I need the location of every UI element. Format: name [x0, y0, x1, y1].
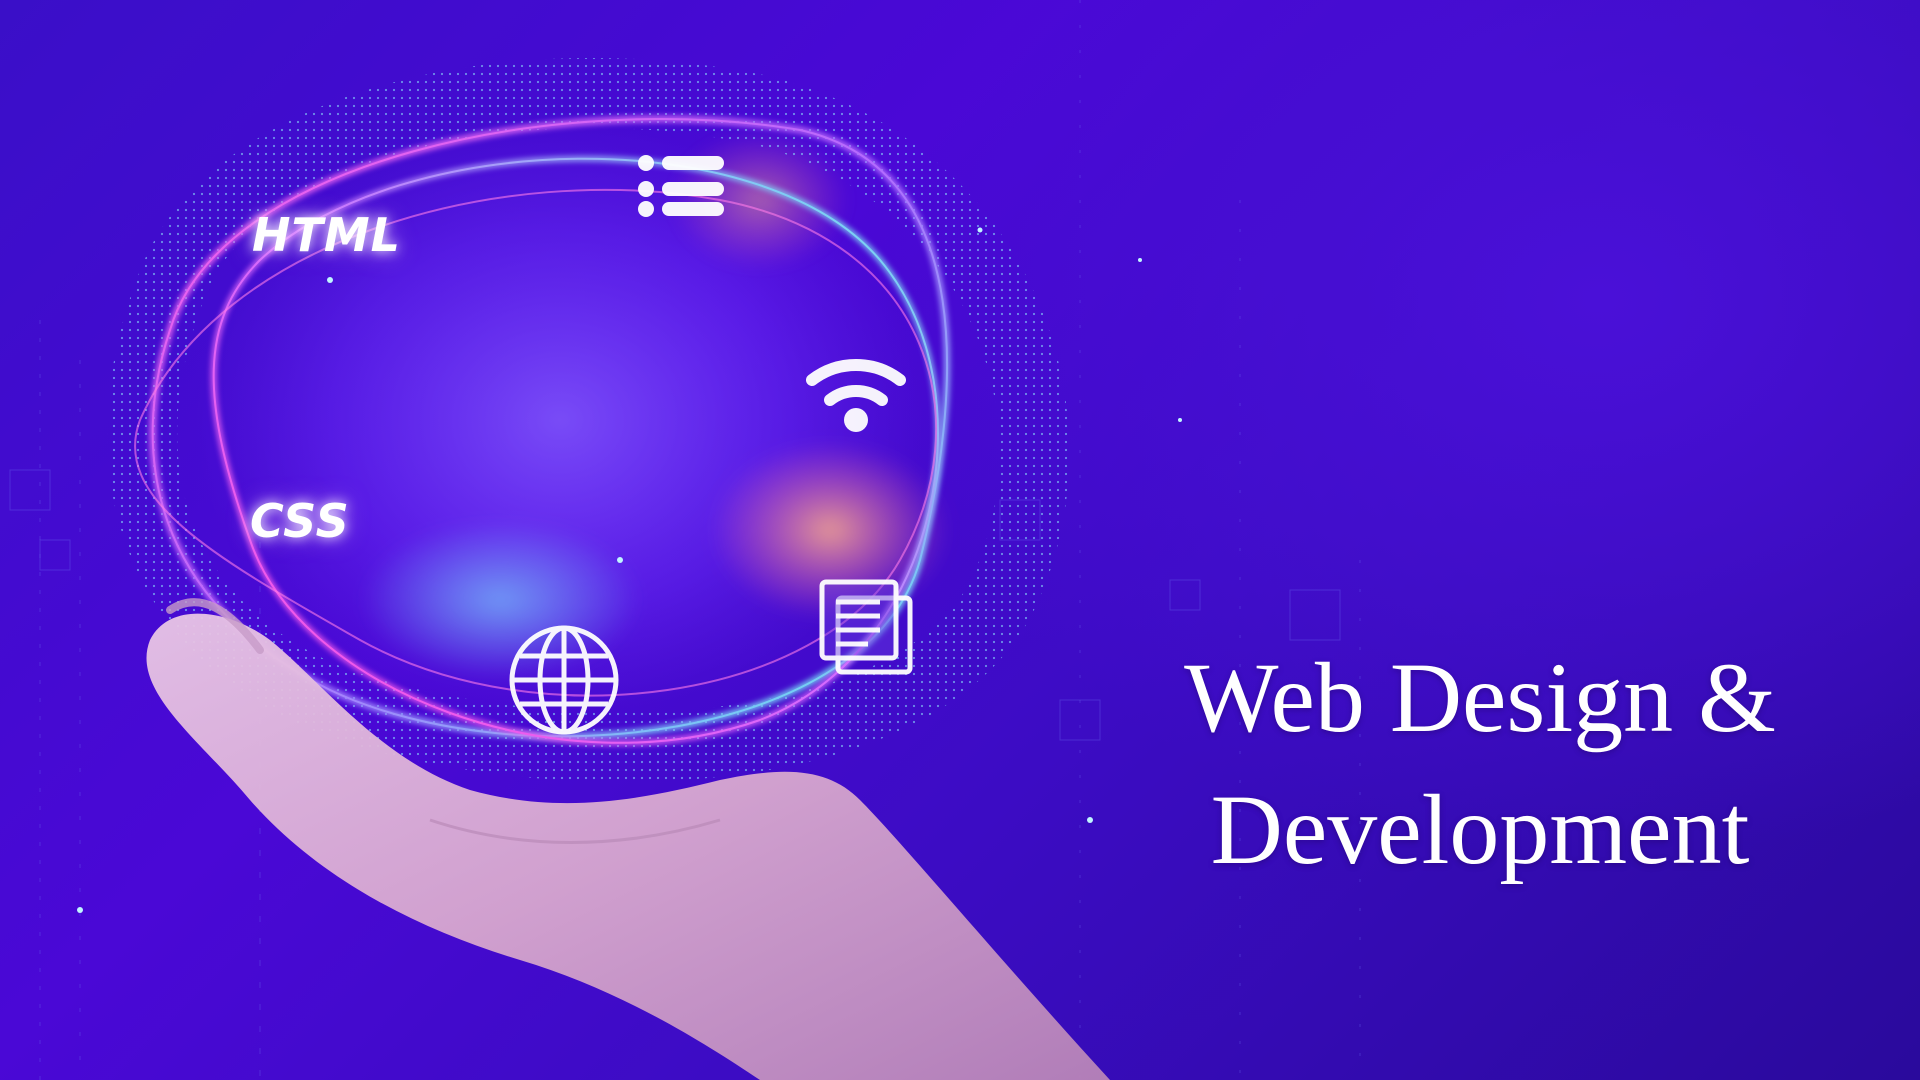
- html-label: HTML: [252, 208, 401, 262]
- headline-line-2: Development: [1210, 774, 1750, 885]
- headline: Web Design & Development: [1060, 632, 1900, 896]
- headline-line-1: Web Design &: [1184, 642, 1776, 753]
- globe-icon: [509, 625, 619, 735]
- banner: HTML CSS Web Design & Development: [0, 0, 1920, 1080]
- css-label: CSS: [250, 494, 350, 548]
- menu-list-icon: [638, 155, 724, 217]
